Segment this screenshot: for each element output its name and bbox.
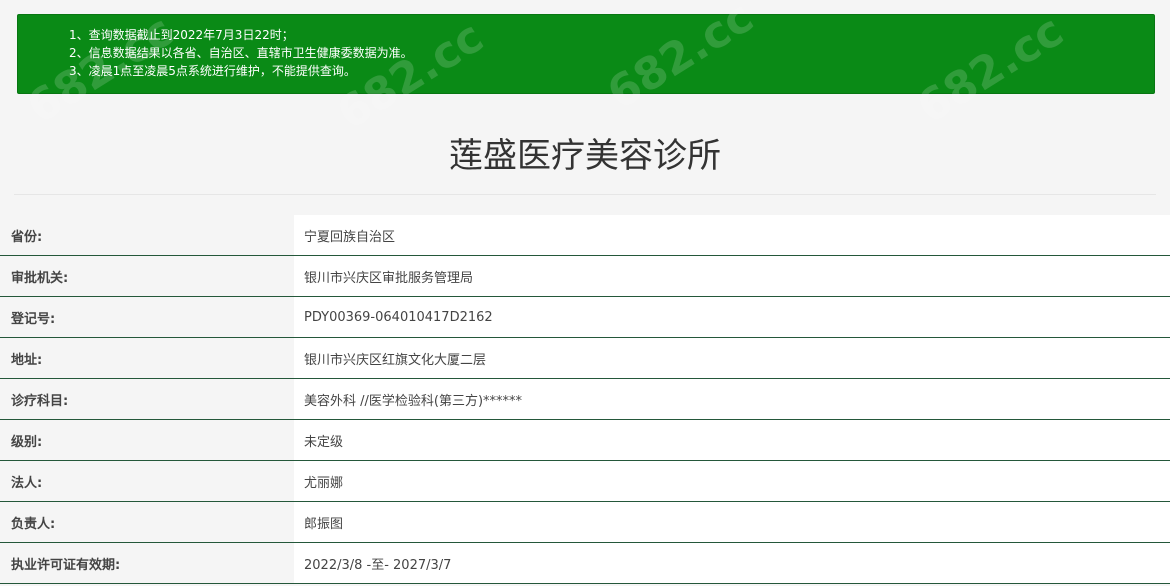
row-value-legal-person: 尤丽娜 [294,461,1170,501]
row-value-person-in-charge: 郎振图 [294,502,1170,542]
notice-line-3: 3、凌晨1点至凌晨5点系统进行维护，不能提供查询。 [69,64,356,78]
row-label-approval-authority: 审批机关: [0,256,294,296]
table-row: 级别: 未定级 [0,420,1170,461]
table-row: 登记号: PDY00369-064010417D2162 [0,297,1170,338]
table-row: 省份: 宁夏回族自治区 [0,215,1170,256]
table-row: 审批机关: 银川市兴庆区审批服务管理局 [0,256,1170,297]
row-label-person-in-charge: 负责人: [0,502,294,542]
row-label-legal-person: 法人: [0,461,294,501]
row-label-address: 地址: [0,338,294,378]
notice-banner: 1、查询数据截止到2022年7月3日22时； 2、信息数据结果以各省、自治区、直… [17,14,1155,94]
row-value-address: 银川市兴庆区红旗文化大厦二层 [294,338,1170,378]
title-divider [14,194,1156,195]
clinic-info-table: 省份: 宁夏回族自治区 审批机关: 银川市兴庆区审批服务管理局 登记号: PDY… [0,215,1170,584]
row-value-registration-number: PDY00369-064010417D2162 [294,297,1170,337]
row-value-approval-authority: 银川市兴庆区审批服务管理局 [294,256,1170,296]
page-title: 莲盛医疗美容诊所 [449,136,721,176]
row-value-province: 宁夏回族自治区 [294,215,1170,255]
row-label-province: 省份: [0,215,294,255]
row-value-license-validity: 2022/3/8 -至- 2027/3/7 [294,543,1170,583]
notice-line-2: 2、信息数据结果以各省、自治区、直辖市卫生健康委数据为准。 [69,46,413,60]
table-row: 执业许可证有效期: 2022/3/8 -至- 2027/3/7 [0,543,1170,584]
table-row: 诊疗科目: 美容外科 //医学检验科(第三方)****** [0,379,1170,420]
row-value-departments: 美容外科 //医学检验科(第三方)****** [294,379,1170,419]
row-value-level: 未定级 [294,420,1170,460]
row-label-registration-number: 登记号: [0,297,294,337]
table-row: 负责人: 郎振图 [0,502,1170,543]
table-row: 法人: 尤丽娜 [0,461,1170,502]
notice-line-1: 1、查询数据截止到2022年7月3日22时； [69,28,294,42]
row-label-license-validity: 执业许可证有效期: [0,543,294,583]
row-label-departments: 诊疗科目: [0,379,294,419]
table-row: 地址: 银川市兴庆区红旗文化大厦二层 [0,338,1170,379]
row-label-level: 级别: [0,420,294,460]
